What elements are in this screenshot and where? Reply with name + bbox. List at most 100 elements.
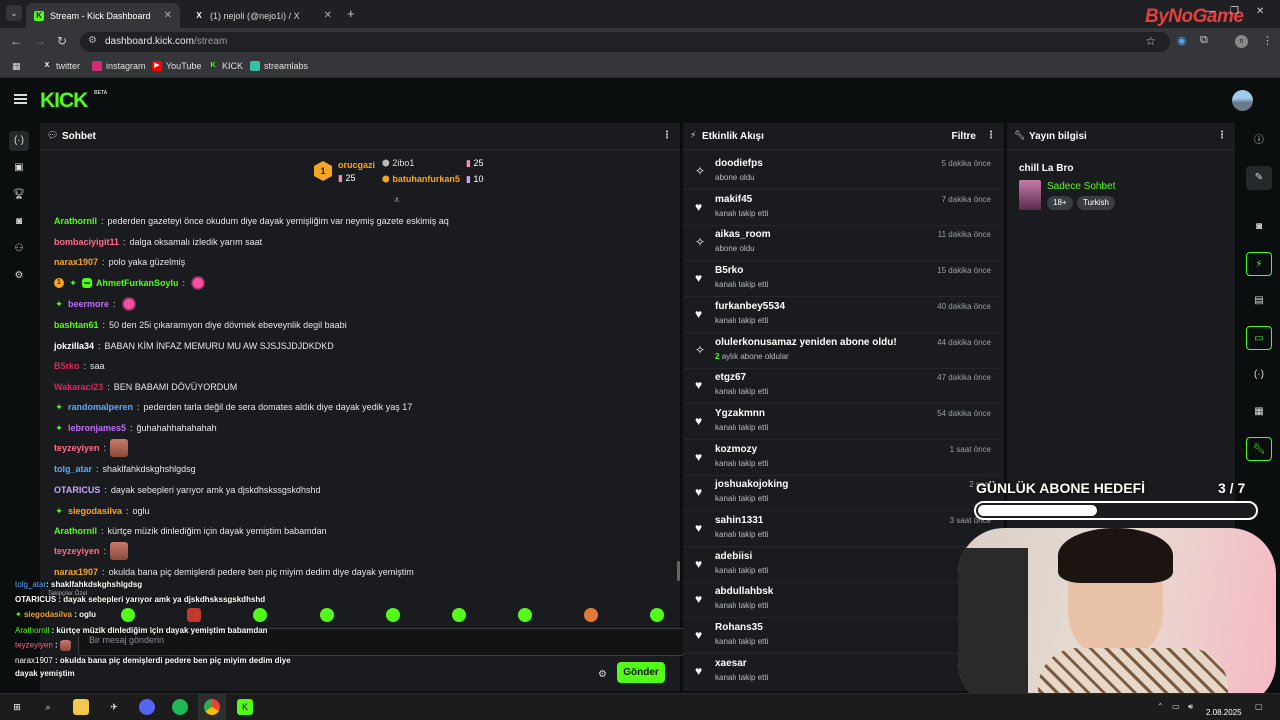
- menu-icon[interactable]: ⋮: [1262, 34, 1273, 47]
- puzzle-icon[interactable]: ⧉: [1200, 34, 1208, 47]
- info-icon[interactable]: ⓘ: [1246, 129, 1272, 153]
- heart-icon: ♥: [695, 485, 703, 499]
- apps-icon[interactable]: ▦: [12, 61, 21, 72]
- more-options-icon[interactable]: ⋮: [1217, 130, 1227, 141]
- emote-button[interactable]: [452, 608, 466, 622]
- overlay-line: Arathornll : kürtçe müzik dinlediğim içi…: [15, 626, 268, 635]
- network-icon[interactable]: ▭: [1172, 702, 1180, 711]
- chevron-down-icon[interactable]: ⩡: [394, 195, 400, 206]
- overlay-line: narax1907 : okulda bana piç demişlerdi p…: [15, 656, 291, 665]
- tab-x[interactable]: X (1) nejoli (@nejo1i) / X ✕: [186, 3, 340, 28]
- profile-avatar[interactable]: n: [1235, 35, 1248, 48]
- bookmark-youtube[interactable]: ▶ YouTube: [152, 61, 201, 71]
- og-badge-icon: ▬: [82, 278, 92, 288]
- emote-button[interactable]: [187, 608, 201, 622]
- forward-icon[interactable]: →: [34, 34, 46, 48]
- bookmark-kick[interactable]: K KICK: [208, 61, 243, 71]
- chat-icon[interactable]: ▭: [1246, 326, 1272, 350]
- emote-button[interactable]: [253, 608, 267, 622]
- stream-info-header: 🔧︎ Yayın bilgisi ⋮: [1007, 123, 1235, 150]
- more-options-icon[interactable]: ⋮: [986, 130, 996, 141]
- broadcast-icon[interactable]: (·): [1246, 363, 1272, 387]
- windows-start-icon[interactable]: ⊞: [9, 699, 25, 715]
- sub-badge-icon: ✦: [55, 402, 63, 412]
- app-icon[interactable]: ✈: [106, 699, 122, 715]
- close-icon[interactable]: ✕: [324, 10, 332, 21]
- dashboard-nav-icon[interactable]: ▣: [9, 158, 29, 178]
- activity-item: ♥abdullahbskkanalı takip etti8: [683, 583, 1001, 618]
- bookmark-streamlabs[interactable]: streamlabs: [250, 61, 308, 71]
- leader-second[interactable]: ⬢ 2ibo1: [382, 158, 414, 169]
- window-close-icon[interactable]: ✕: [1256, 6, 1264, 17]
- edit-icon[interactable]: ✎: [1246, 166, 1272, 190]
- back-icon[interactable]: ←: [10, 34, 22, 48]
- close-icon[interactable]: ✕: [164, 10, 172, 21]
- chat-settings-icon[interactable]: ⚙: [598, 669, 607, 680]
- kick-logo[interactable]: KICK: [40, 89, 88, 113]
- activity-item: ✧ aikas_room abone oldu 11 dakika önce: [683, 226, 1001, 261]
- emote-button[interactable]: [121, 608, 135, 622]
- notification-icon[interactable]: ▢: [1255, 702, 1263, 711]
- search-icon[interactable]: ⌕: [40, 699, 56, 715]
- activity-item: ♥ sahin1331 kanalı takip etti 3 saat önce: [683, 512, 1001, 547]
- volume-icon[interactable]: 🔊︎: [1188, 702, 1193, 712]
- emote-button[interactable]: [584, 608, 598, 622]
- restore-icon[interactable]: ❐: [1230, 6, 1239, 17]
- chat-scrollbar[interactable]: [677, 561, 680, 581]
- bookmark-instagram[interactable]: instagram: [92, 61, 146, 71]
- tray-chevron-icon[interactable]: ⌃: [1157, 702, 1164, 711]
- emote-button[interactable]: [650, 608, 664, 622]
- sub-goal-count: 3 / 7: [1218, 480, 1246, 496]
- leader-second-count: ▮ 25: [466, 158, 484, 168]
- leader-third-count: ▮ 10: [466, 174, 484, 184]
- address-bar[interactable]: ⚙ dashboard.kick.com/stream ☆: [80, 32, 1170, 52]
- camera-nav-icon[interactable]: ◙: [9, 212, 29, 232]
- filter-button[interactable]: Filtre: [952, 131, 976, 142]
- user-avatar[interactable]: [1232, 90, 1253, 111]
- bookmark-star-icon[interactable]: ☆: [1145, 34, 1156, 48]
- site-info-icon[interactable]: ⚙: [88, 35, 97, 46]
- leader-third[interactable]: ⬢ batuhanfurkan5: [382, 174, 460, 185]
- category-link[interactable]: Sadece Sohbet: [1047, 181, 1115, 192]
- wrench-icon[interactable]: 🔧︎: [1246, 437, 1272, 461]
- emote-button[interactable]: [386, 608, 400, 622]
- browser-toolbar: ← → ↻ ⚙ dashboard.kick.com/stream ☆ ◉ ⧉ …: [0, 28, 1280, 56]
- stream-nav-icon[interactable]: (·): [9, 131, 29, 151]
- leader-top-name[interactable]: orucgazi: [338, 160, 375, 170]
- stack-icon[interactable]: ▦: [1246, 400, 1272, 424]
- chat-message: bashtan61: 50 den 25i çıkaramıyon diye d…: [54, 320, 347, 330]
- activity-panel: ⚡︎ Etkinlik Akışı Filtre ⋮ ✧ doodiefps abo…: [683, 123, 1004, 691]
- bookmark-twitter[interactable]: Xtwitter: [42, 61, 80, 71]
- tab-kick-dashboard[interactable]: K Stream - Kick Dashboard ✕: [26, 3, 180, 28]
- overlay-line: ✦ siegodasilva : oglu: [15, 610, 96, 619]
- tab-search-icon[interactable]: ⌄: [6, 5, 22, 21]
- spotify-icon[interactable]: [172, 699, 188, 715]
- new-tab-button[interactable]: +: [347, 6, 355, 21]
- kick-taskbar-icon[interactable]: K: [237, 699, 253, 715]
- chrome-icon[interactable]: [204, 699, 220, 715]
- webcam-chair: [958, 548, 1028, 708]
- file-explorer-icon[interactable]: [73, 699, 89, 715]
- lightning-icon[interactable]: ⚡︎: [1246, 252, 1272, 276]
- reload-icon[interactable]: ↻: [57, 34, 67, 48]
- users-nav-icon[interactable]: ⚇: [9, 239, 29, 259]
- chat-message-input[interactable]: [89, 635, 649, 645]
- emote-button[interactable]: [320, 608, 334, 622]
- send-button[interactable]: Gönder: [617, 662, 665, 683]
- more-options-icon[interactable]: ⋮: [662, 130, 672, 141]
- taskbar-date: 2.08.2025: [1206, 708, 1242, 717]
- settings-nav-icon[interactable]: ⚙: [9, 266, 29, 286]
- sub-badge-icon: ✦: [55, 423, 63, 433]
- extension-icon[interactable]: ◉: [1177, 34, 1187, 47]
- sub-badge-icon: ✦: [69, 278, 77, 288]
- chat-message: B5rko: saa: [54, 361, 105, 371]
- minimize-icon[interactable]: —: [1206, 6, 1216, 17]
- document-icon[interactable]: ▤: [1246, 289, 1272, 313]
- trophy-nav-icon[interactable]: 🏆︎: [9, 185, 29, 205]
- activity-item: ♥ B5rko kanalı takip etti 15 dakika önce: [683, 262, 1001, 297]
- camera-icon[interactable]: ◙: [1246, 215, 1272, 239]
- hamburger-menu-icon[interactable]: [14, 94, 27, 104]
- url-text: dashboard.kick.com/stream: [105, 36, 228, 47]
- emote-button[interactable]: [518, 608, 532, 622]
- discord-icon[interactable]: [139, 699, 155, 715]
